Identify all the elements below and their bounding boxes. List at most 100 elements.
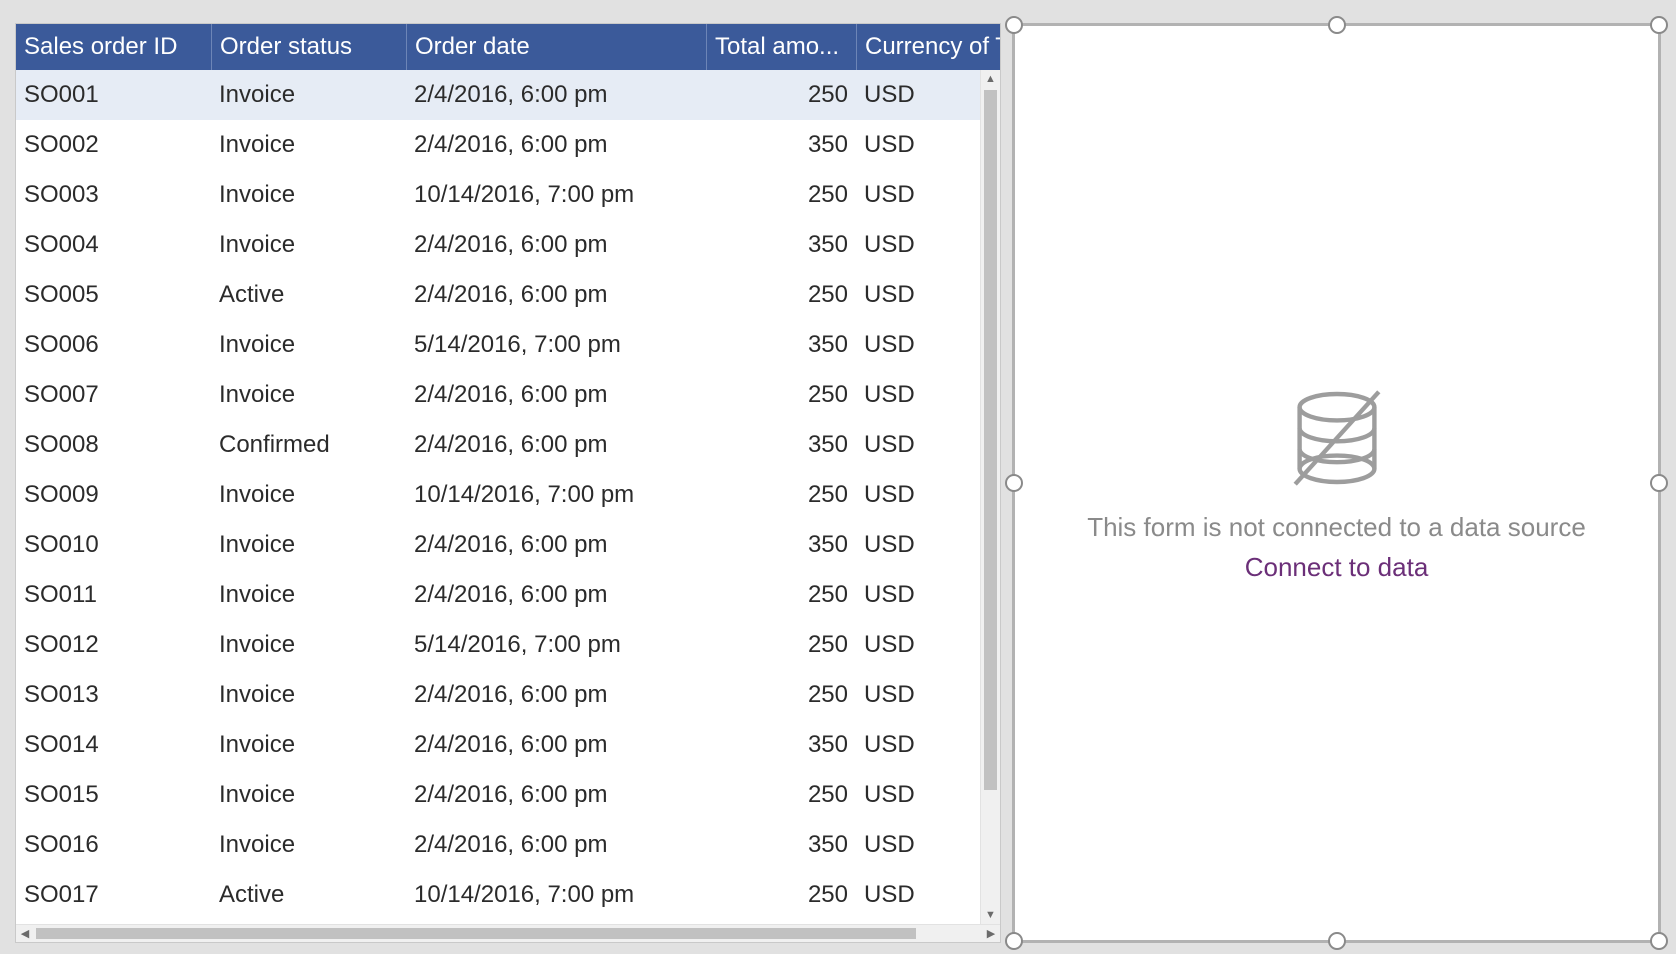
cell-status: Invoice [211,731,406,759]
cell-amount: 250 [706,781,856,809]
cell-status: Invoice [211,181,406,209]
cell-id: SO016 [16,831,211,859]
cell-cur: USD [856,681,966,709]
table-row[interactable]: SO015Invoice2/4/2016, 6:00 pm250USD [16,770,980,820]
table-row[interactable]: SO017Active10/14/2016, 7:00 pm250USD [16,870,980,920]
cell-date: 2/4/2016, 6:00 pm [406,231,706,259]
cell-cur: USD [856,331,966,359]
column-header-order-status[interactable]: Order status [211,24,406,70]
cell-status: Confirmed [211,431,406,459]
cell-status: Invoice [211,831,406,859]
cell-id: SO017 [16,881,211,909]
cell-cur: USD [856,831,966,859]
cell-cur: USD [856,631,966,659]
table-row[interactable]: SO001Invoice2/4/2016, 6:00 pm250USD [16,70,980,120]
resize-handle-bottom-right[interactable] [1650,932,1668,950]
cell-amount: 350 [706,531,856,559]
cell-date: 10/14/2016, 7:00 pm [406,181,706,209]
table-row[interactable]: SO007Invoice2/4/2016, 6:00 pm250USD [16,370,980,420]
resize-handle-middle-left[interactable] [1005,474,1023,492]
vertical-scroll-thumb[interactable] [984,90,997,790]
scroll-left-arrow-icon[interactable]: ◀ [16,925,34,942]
table-row[interactable]: SO006Invoice5/14/2016, 7:00 pm350USD [16,320,980,370]
cell-id: SO014 [16,731,211,759]
cell-date: 2/4/2016, 6:00 pm [406,431,706,459]
table-row[interactable]: SO002Invoice2/4/2016, 6:00 pm350USD [16,120,980,170]
cell-date: 10/14/2016, 7:00 pm [406,881,706,909]
table-row[interactable]: SO014Invoice2/4/2016, 6:00 pm350USD [16,720,980,770]
cell-id: SO012 [16,631,211,659]
cell-status: Invoice [211,481,406,509]
cell-status: Invoice [211,331,406,359]
table-row[interactable]: SO011Invoice2/4/2016, 6:00 pm250USD [16,570,980,620]
table-row[interactable]: SO016Invoice2/4/2016, 6:00 pm350USD [16,820,980,870]
cell-id: SO008 [16,431,211,459]
scroll-right-arrow-icon[interactable]: ▶ [982,925,1000,942]
data-table-control[interactable]: Sales order ID Order status Order date T… [15,23,1001,943]
table-row[interactable]: SO012Invoice5/14/2016, 7:00 pm250USD [16,620,980,670]
cell-id: SO004 [16,231,211,259]
resize-handle-top-left[interactable] [1005,16,1023,34]
cell-cur: USD [856,381,966,409]
scroll-up-arrow-icon[interactable]: ▲ [981,70,1000,88]
table-row[interactable]: SO004Invoice2/4/2016, 6:00 pm350USD [16,220,980,270]
horizontal-scrollbar[interactable]: ◀ ▶ [16,924,1000,942]
cell-cur: USD [856,131,966,159]
table-body[interactable]: SO001Invoice2/4/2016, 6:00 pm250USDSO002… [16,70,980,924]
vertical-scrollbar[interactable]: ▲ ▼ [980,70,1000,924]
cell-amount: 250 [706,481,856,509]
form-control[interactable]: This form is not connected to a data sou… [1012,23,1661,943]
cell-id: SO007 [16,381,211,409]
resize-handle-top-right[interactable] [1650,16,1668,34]
cell-amount: 250 [706,281,856,309]
column-header-currency[interactable]: Currency of T [856,24,1000,70]
cell-amount: 250 [706,81,856,109]
resize-handle-bottom-middle[interactable] [1328,932,1346,950]
cell-date: 2/4/2016, 6:00 pm [406,831,706,859]
cell-cur: USD [856,731,966,759]
table-row[interactable]: SO003Invoice10/14/2016, 7:00 pm250USD [16,170,980,220]
cell-date: 10/14/2016, 7:00 pm [406,481,706,509]
cell-cur: USD [856,531,966,559]
cell-id: SO010 [16,531,211,559]
scroll-down-arrow-icon[interactable]: ▼ [981,906,1000,924]
cell-cur: USD [856,281,966,309]
cell-amount: 250 [706,631,856,659]
cell-id: SO011 [16,581,211,609]
cell-status: Invoice [211,631,406,659]
cell-id: SO006 [16,331,211,359]
cell-id: SO002 [16,131,211,159]
cell-id: SO003 [16,181,211,209]
cell-status: Invoice [211,81,406,109]
design-canvas[interactable]: Sales order ID Order status Order date T… [0,0,1676,954]
cell-amount: 250 [706,581,856,609]
resize-handle-bottom-left[interactable] [1005,932,1023,950]
database-icon [1282,383,1392,493]
cell-cur: USD [856,881,966,909]
cell-cur: USD [856,581,966,609]
cell-date: 2/4/2016, 6:00 pm [406,281,706,309]
table-row[interactable]: SO008Confirmed2/4/2016, 6:00 pm350USD [16,420,980,470]
connect-to-data-link[interactable]: Connect to data [1245,552,1429,583]
cell-cur: USD [856,431,966,459]
cell-date: 2/4/2016, 6:00 pm [406,731,706,759]
table-row[interactable]: SO005Active2/4/2016, 6:00 pm250USD [16,270,980,320]
cell-id: SO009 [16,481,211,509]
cell-date: 2/4/2016, 6:00 pm [406,381,706,409]
table-row[interactable]: SO013Invoice2/4/2016, 6:00 pm250USD [16,670,980,720]
column-header-order-date[interactable]: Order date [406,24,706,70]
cell-status: Invoice [211,581,406,609]
cell-status: Active [211,881,406,909]
cell-date: 2/4/2016, 6:00 pm [406,531,706,559]
table-row[interactable]: SO010Invoice2/4/2016, 6:00 pm350USD [16,520,980,570]
cell-id: SO001 [16,81,211,109]
column-header-total-amount[interactable]: Total amo... [706,24,856,70]
table-row[interactable]: SO009Invoice10/14/2016, 7:00 pm250USD [16,470,980,520]
horizontal-scroll-thumb[interactable] [36,928,916,939]
resize-handle-middle-right[interactable] [1650,474,1668,492]
cell-id: SO005 [16,281,211,309]
cell-amount: 350 [706,131,856,159]
table-header-row: Sales order ID Order status Order date T… [16,24,1000,70]
resize-handle-top-middle[interactable] [1328,16,1346,34]
column-header-sales-order-id[interactable]: Sales order ID [16,24,211,70]
